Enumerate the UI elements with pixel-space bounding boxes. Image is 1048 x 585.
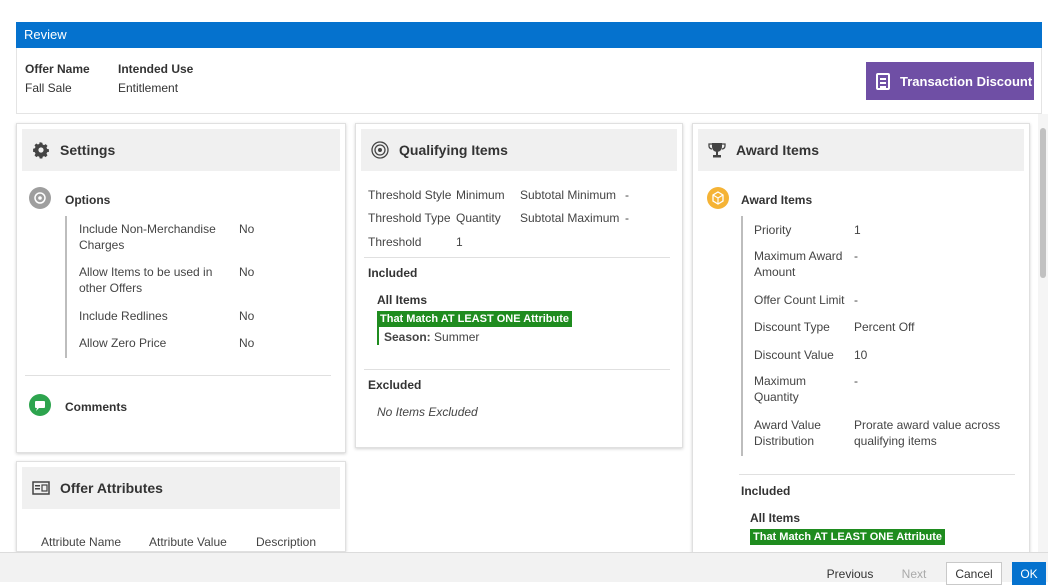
award-value-max-quantity: - xyxy=(854,374,858,388)
award-label-discount-value: Discount Value xyxy=(754,348,834,362)
offer-name-field: Offer Name Fall Sale xyxy=(25,62,90,95)
attributes-icon xyxy=(32,479,50,497)
qualifying-items-header: Qualifying Items xyxy=(361,129,677,171)
target-icon xyxy=(371,141,389,159)
included-title: Included xyxy=(368,266,418,280)
settings-separator xyxy=(25,375,331,376)
match-attribute-tag: That Match AT LEAST ONE Attribute xyxy=(377,309,573,327)
award-value-discount-type: Percent Off xyxy=(854,320,915,334)
season-attribute: Season: Summer xyxy=(384,329,479,345)
option-label-1: Allow Items to be used in other Offers xyxy=(79,265,213,295)
option-value-1: No xyxy=(239,265,255,279)
all-items-label: All Items xyxy=(377,293,428,307)
award-match-attribute-label: That Match AT LEAST ONE Attribute xyxy=(750,529,946,545)
season-attribute-name: Season: xyxy=(384,330,431,344)
gear-icon xyxy=(32,141,50,159)
award-cube-icon xyxy=(707,187,729,209)
trophy-icon xyxy=(708,141,726,159)
comments-title: Comments xyxy=(65,400,128,414)
award-label-max-quantity: Maximum Quantity xyxy=(754,374,807,404)
award-label-priority: Priority xyxy=(754,223,792,237)
match-attribute-label: That Match AT LEAST ONE Attribute xyxy=(377,311,573,327)
column-attribute-name: Attribute Name xyxy=(41,535,122,549)
intended-use-label: Intended Use xyxy=(118,62,194,76)
award-section-title: Award Items xyxy=(741,193,813,207)
option-label-0: Include Non-Merchandise Charges xyxy=(79,222,216,252)
threshold-type-value: Quantity xyxy=(456,211,501,225)
settings-title: Settings xyxy=(60,142,116,158)
subtotal-minimum-label: Subtotal Minimum xyxy=(520,188,617,202)
subtotal-minimum-value: - xyxy=(625,188,629,202)
award-divider xyxy=(741,216,743,456)
award-items-card: Award Items Award Items Priority 1 Maxim… xyxy=(692,123,1030,563)
receipt-icon xyxy=(876,72,890,90)
match-attribute-bar xyxy=(377,327,379,345)
option-value-3: No xyxy=(239,336,255,350)
settings-card: Settings Options Include Non-Merchandise… xyxy=(16,123,346,453)
excluded-text: No Items Excluded xyxy=(377,405,478,419)
intended-use-value: Entitlement xyxy=(118,81,179,95)
season-attribute-value: Summer xyxy=(434,330,480,344)
options-gear-icon xyxy=(29,187,51,209)
offer-summary: Offer Name Fall Sale Intended Use Entitl… xyxy=(16,48,1042,114)
award-label-distribution: Award Value Distribution xyxy=(754,418,821,448)
dialog-footer: Previous Next Cancel OK xyxy=(0,552,1048,585)
award-value-discount-value: 10 xyxy=(854,348,868,362)
review-title-bar: Review xyxy=(16,22,1042,48)
award-value-priority: 1 xyxy=(854,223,861,237)
threshold-type-label: Threshold Type xyxy=(368,211,451,225)
option-value-2: No xyxy=(239,309,255,323)
award-label-offer-count: Offer Count Limit xyxy=(754,293,845,307)
award-label-max-amount: Maximum Award Amount xyxy=(754,249,843,279)
subtotal-maximum-label: Subtotal Maximum xyxy=(520,211,620,225)
offer-type-badge: Transaction Discount xyxy=(866,62,1034,100)
options-divider xyxy=(65,216,67,358)
qualifying-separator-1 xyxy=(364,257,670,258)
column-description: Description xyxy=(256,535,317,549)
column-attribute-value: Attribute Value xyxy=(149,535,227,549)
qualifying-items-card: Qualifying Items Threshold Style Minimum… xyxy=(355,123,683,448)
award-included-title: Included xyxy=(741,484,791,498)
offer-name-label: Offer Name xyxy=(25,62,90,76)
excluded-title: Excluded xyxy=(368,378,422,392)
award-value-offer-count: - xyxy=(854,293,858,307)
award-items-title: Award Items xyxy=(736,142,819,158)
settings-header: Settings xyxy=(22,129,340,171)
intended-use-field: Intended Use Entitlement xyxy=(118,62,193,95)
offer-attributes-title: Offer Attributes xyxy=(60,480,163,496)
award-match-attribute-tag: That Match AT LEAST ONE Attribute xyxy=(750,527,946,545)
option-label-2: Include Redlines xyxy=(79,309,168,323)
award-label-discount-type: Discount Type xyxy=(754,320,830,334)
offer-attributes-header: Offer Attributes xyxy=(22,467,340,509)
offer-attributes-card: Offer Attributes Attribute Name Attribut… xyxy=(16,461,346,552)
award-value-max-amount: - xyxy=(854,249,858,263)
threshold-style-label: Threshold Style xyxy=(368,188,452,202)
option-label-3: Allow Zero Price xyxy=(79,336,167,350)
threshold-value: 1 xyxy=(456,235,463,249)
offer-name-value: Fall Sale xyxy=(25,81,72,95)
subtotal-maximum-value: - xyxy=(625,211,629,225)
offer-type-label: Transaction Discount xyxy=(900,73,1033,89)
comments-icon xyxy=(29,394,51,416)
scrollbar-thumb[interactable] xyxy=(1040,128,1046,278)
window-title: Review xyxy=(24,27,67,42)
award-all-items-label: All Items xyxy=(750,511,801,525)
threshold-style-value: Minimum xyxy=(456,188,505,202)
content-scrollbar[interactable] xyxy=(1038,114,1048,552)
qualifying-separator-2 xyxy=(364,369,670,370)
options-title: Options xyxy=(65,193,111,207)
award-value-distribution: Prorate award value across qualifying it… xyxy=(854,418,1001,448)
threshold-label: Threshold xyxy=(368,235,422,249)
option-value-0: No xyxy=(239,222,255,236)
award-separator xyxy=(739,474,1015,475)
award-items-header: Award Items xyxy=(698,129,1024,171)
qualifying-items-title: Qualifying Items xyxy=(399,142,508,158)
